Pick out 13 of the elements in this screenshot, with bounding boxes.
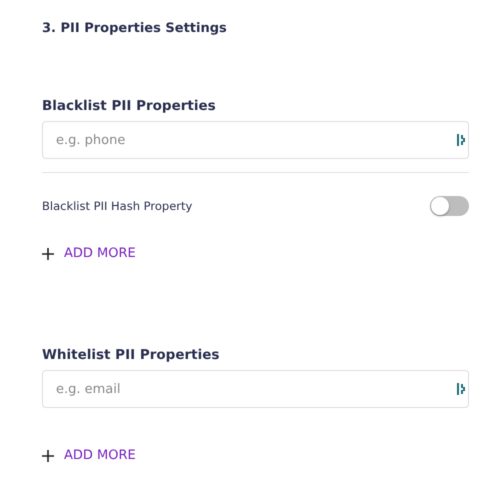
field-label: Blacklist PII Properties [42,97,217,115]
toggle-label: Blacklist PII Hash Property [42,199,192,213]
add-more-button[interactable]: ADD MORE [42,246,136,261]
plus-icon [42,450,54,462]
plus-icon [42,248,54,260]
field-label: Whitelist PII Properties [42,346,220,364]
input-field[interactable]: e.g. phone [42,121,469,159]
toggle-switch[interactable] [430,196,469,216]
field-handle-icon [457,134,465,146]
section-title: 3. PII Properties Settings [42,20,228,38]
input-field[interactable]: e.g. email [42,370,469,408]
add-more-button[interactable]: ADD MORE [42,448,136,463]
field-handle-icon [457,383,465,395]
